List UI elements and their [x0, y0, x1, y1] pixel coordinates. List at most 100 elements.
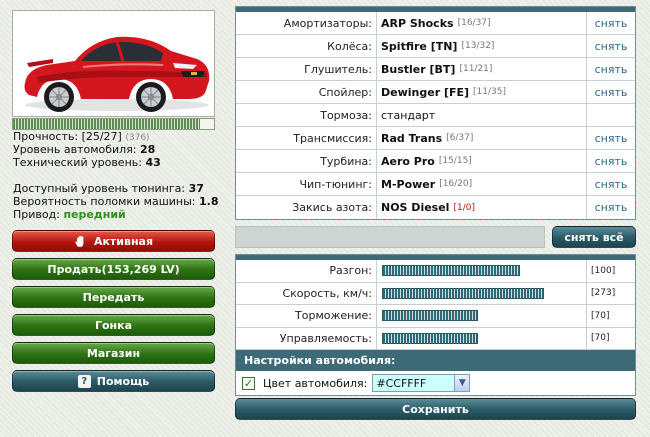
performance-value: [273]: [591, 288, 616, 299]
tuning-part-name: Bustler [BT]: [381, 62, 456, 76]
tuning-part-name: M-Power: [381, 177, 436, 191]
car-level-label: Уровень автомобиля:: [13, 143, 137, 156]
performance-rows: Разгон: [100] Скорость, км/ч: [273] Торможен…: [236, 260, 635, 350]
active-button-label: Активная: [93, 234, 154, 248]
tuning-level-line: Доступный уровень тюнинга: 37: [13, 182, 223, 195]
performance-bar: [382, 265, 520, 277]
tuning-part-name: Spitfire [TN]: [381, 39, 458, 53]
tuning-part-cell: Aero Pro [15/15]: [377, 150, 587, 172]
tuning-part-durability: [13/32]: [461, 41, 495, 51]
remove-part-link[interactable]: снять: [587, 196, 635, 219]
tuning-slot-label: Чип-тюнинг:: [236, 173, 377, 195]
tuning-level-value: 37: [188, 182, 204, 195]
breakdown-value: 1.8: [199, 195, 219, 208]
performance-label: Скорость, км/ч:: [236, 282, 377, 304]
remove-part-link[interactable]: снять: [587, 150, 635, 172]
remove-strip: [235, 226, 545, 248]
drive-label: Привод:: [13, 208, 60, 221]
durability-label: Прочность:: [13, 130, 79, 143]
performance-panel: Разгон: [100] Скорость, км/ч: [273] Торможен…: [235, 254, 636, 396]
performance-bar: [382, 310, 478, 322]
tuning-part-cell: стандарт: [377, 104, 587, 126]
remove-part-link[interactable]: снять: [587, 12, 635, 34]
help-button[interactable]: ? Помощь: [12, 370, 215, 392]
tuning-row: Закись азота: NOS Diesel [1/0] снять: [236, 196, 635, 219]
sell-button[interactable]: Продать(153,269 LV): [12, 258, 215, 280]
performance-label: Разгон:: [236, 260, 377, 282]
color-setting-row: ✓ Цвет автомобиля: #CCFFFF ▼: [236, 371, 635, 395]
save-button[interactable]: Сохранить: [235, 398, 636, 420]
durability-bar: [12, 118, 215, 130]
tuning-row: Колёса: Spitfire [TN] [13/32] снять: [236, 35, 635, 58]
remove-all-label: снять всё: [564, 230, 624, 244]
tuning-row: Спойлер: Dewinger [FE] [11/35] снять: [236, 81, 635, 104]
transfer-button[interactable]: Передать: [12, 286, 215, 308]
performance-bar-cell: [377, 327, 587, 349]
performance-value: [70]: [591, 333, 610, 344]
tuning-part-name: ARP Shocks: [381, 16, 454, 30]
settings-header: Настройки автомобиля:: [236, 350, 635, 371]
remove-part-link[interactable]: снять: [587, 127, 635, 149]
tuning-part-durability: [15/15]: [438, 156, 472, 166]
tuning-slot-label: Амортизаторы:: [236, 12, 377, 34]
performance-label: Управляемость:: [236, 327, 377, 349]
remove-part-link[interactable]: снять: [587, 81, 635, 103]
tuning-part-durability: [16/20]: [439, 179, 473, 189]
tuning-part-cell: Rad Trans [6/37]: [377, 127, 587, 149]
drive-line: Привод: передний: [13, 208, 223, 221]
performance-row: Скорость, км/ч: [273]: [236, 282, 635, 305]
durability-total: (376): [125, 133, 150, 143]
car-level-value: 28: [140, 143, 156, 156]
tuning-level-label: Доступный уровень тюнинга:: [13, 182, 186, 195]
tuning-part-durability: [11/21]: [459, 64, 493, 74]
performance-bar: [382, 332, 478, 344]
tuning-row: Турбина: Aero Pro [15/15] снять: [236, 150, 635, 173]
tuning-part-durability: [11/35]: [473, 87, 506, 97]
settings-title: Настройки автомобиля:: [244, 354, 396, 367]
tuning-slot-label: Глушитель:: [236, 58, 377, 80]
performance-row: Разгон: [100]: [236, 260, 635, 283]
transfer-button-label: Передать: [82, 290, 145, 304]
tuning-row: Чип-тюнинг: M-Power [16/20] снять: [236, 173, 635, 196]
tuning-part-cell: M-Power [16/20]: [377, 173, 587, 195]
performance-bar-cell: [377, 282, 587, 304]
color-checkbox[interactable]: ✓: [242, 376, 255, 390]
active-button[interactable]: Активная: [12, 230, 215, 252]
color-select[interactable]: #CCFFFF ▼: [372, 374, 471, 392]
tuning-slot-label: Тормоза:: [236, 104, 377, 126]
race-button[interactable]: Гонка: [12, 314, 215, 336]
performance-row: Управляемость: [70]: [236, 327, 635, 350]
color-label: Цвет автомобиля:: [263, 376, 368, 390]
breakdown-line: Вероятность поломки машины: 1.8: [13, 195, 223, 208]
hand-stop-icon: [74, 234, 88, 248]
tuning-slot-label: Турбина:: [236, 150, 377, 172]
tech-level-line: Технический уровень: 43: [13, 156, 223, 169]
tuning-part-cell: Dewinger [FE] [11/35]: [377, 81, 587, 103]
tuning-part-name: Aero Pro: [381, 154, 435, 168]
tech-level-label: Технический уровень:: [13, 156, 142, 169]
tuning-row: Глушитель: Bustler [BT] [11/21] снять: [236, 58, 635, 81]
car-image: [13, 11, 214, 116]
remove-all-button[interactable]: снять всё: [552, 226, 636, 248]
remove-part-link[interactable]: снять: [587, 173, 635, 195]
help-button-label: Помощь: [96, 374, 150, 388]
performance-row: Торможение: [70]: [236, 305, 635, 328]
tuning-part-name: стандарт: [381, 108, 436, 122]
shop-button[interactable]: Магазин: [12, 342, 215, 364]
help-icon: ?: [77, 374, 91, 388]
tuning-row: Тормоза: стандарт: [236, 104, 635, 127]
durability-line: Прочность: [25/27] (376): [13, 130, 223, 143]
tuning-part-durability: [1/0]: [453, 202, 475, 213]
tuning-row: Трансмиссия: Rad Trans [6/37] снять: [236, 127, 635, 150]
remove-part-link: [587, 104, 635, 126]
tuning-part-cell: Spitfire [TN] [13/32]: [377, 35, 587, 57]
color-value: #CCFFFF: [376, 376, 427, 390]
durability-bar-fill: [13, 119, 200, 129]
performance-bar-cell: [377, 260, 587, 282]
breakdown-label: Вероятность поломки машины:: [13, 195, 196, 208]
remove-part-link[interactable]: снять: [587, 58, 635, 80]
remove-part-link[interactable]: снять: [587, 35, 635, 57]
chevron-down-icon[interactable]: ▼: [454, 375, 470, 391]
performance-value: [100]: [591, 265, 616, 276]
race-button-label: Гонка: [94, 318, 133, 332]
